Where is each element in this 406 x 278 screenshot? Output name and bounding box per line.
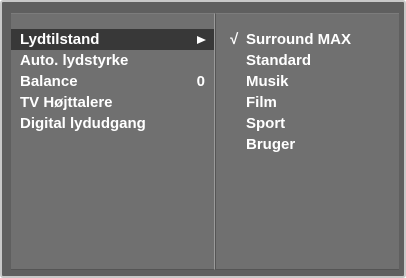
option-film[interactable]: Film — [216, 92, 399, 113]
balance-value: 0 — [196, 73, 205, 90]
menu-item-label: TV Højttalere — [20, 94, 113, 111]
option-label: Bruger — [246, 136, 296, 153]
sound-menu-panel: Lydtilstand Auto. lydstyrke Balance 0 TV… — [11, 13, 215, 270]
checkmark-icon: √ — [230, 31, 239, 48]
sound-settings-osd: Lydtilstand Auto. lydstyrke Balance 0 TV… — [0, 0, 406, 278]
option-label: Sport — [246, 115, 286, 132]
menu-item-label: Balance — [20, 73, 78, 90]
option-standard[interactable]: Standard — [216, 50, 399, 71]
option-bruger[interactable]: Bruger — [216, 134, 399, 155]
arrow-right-icon — [197, 36, 206, 44]
menu-item-lydtilstand[interactable]: Lydtilstand — [11, 29, 214, 50]
menu-item-label: Digital lydudgang — [20, 115, 146, 132]
option-sport[interactable]: Sport — [216, 113, 399, 134]
sound-mode-options: √ Surround MAX Standard Musik Film Sport… — [216, 29, 399, 155]
sound-mode-submenu-panel: √ Surround MAX Standard Musik Film Sport… — [215, 13, 399, 270]
sound-menu-list: Lydtilstand Auto. lydstyrke Balance 0 TV… — [11, 29, 214, 134]
option-label: Musik — [246, 73, 289, 90]
menu-item-balance[interactable]: Balance 0 — [11, 71, 214, 92]
option-musik[interactable]: Musik — [216, 71, 399, 92]
menu-item-tv-hojttalere[interactable]: TV Højttalere — [11, 92, 214, 113]
option-label: Surround MAX — [246, 31, 351, 48]
menu-item-label: Lydtilstand — [20, 31, 100, 48]
menu-item-digital-lydudgang[interactable]: Digital lydudgang — [11, 113, 214, 134]
option-surround-max[interactable]: √ Surround MAX — [216, 29, 399, 50]
menu-item-auto-lydstyrke[interactable]: Auto. lydstyrke — [11, 50, 214, 71]
menu-item-label: Auto. lydstyrke — [20, 52, 129, 69]
option-label: Film — [246, 94, 277, 111]
option-label: Standard — [246, 52, 312, 69]
